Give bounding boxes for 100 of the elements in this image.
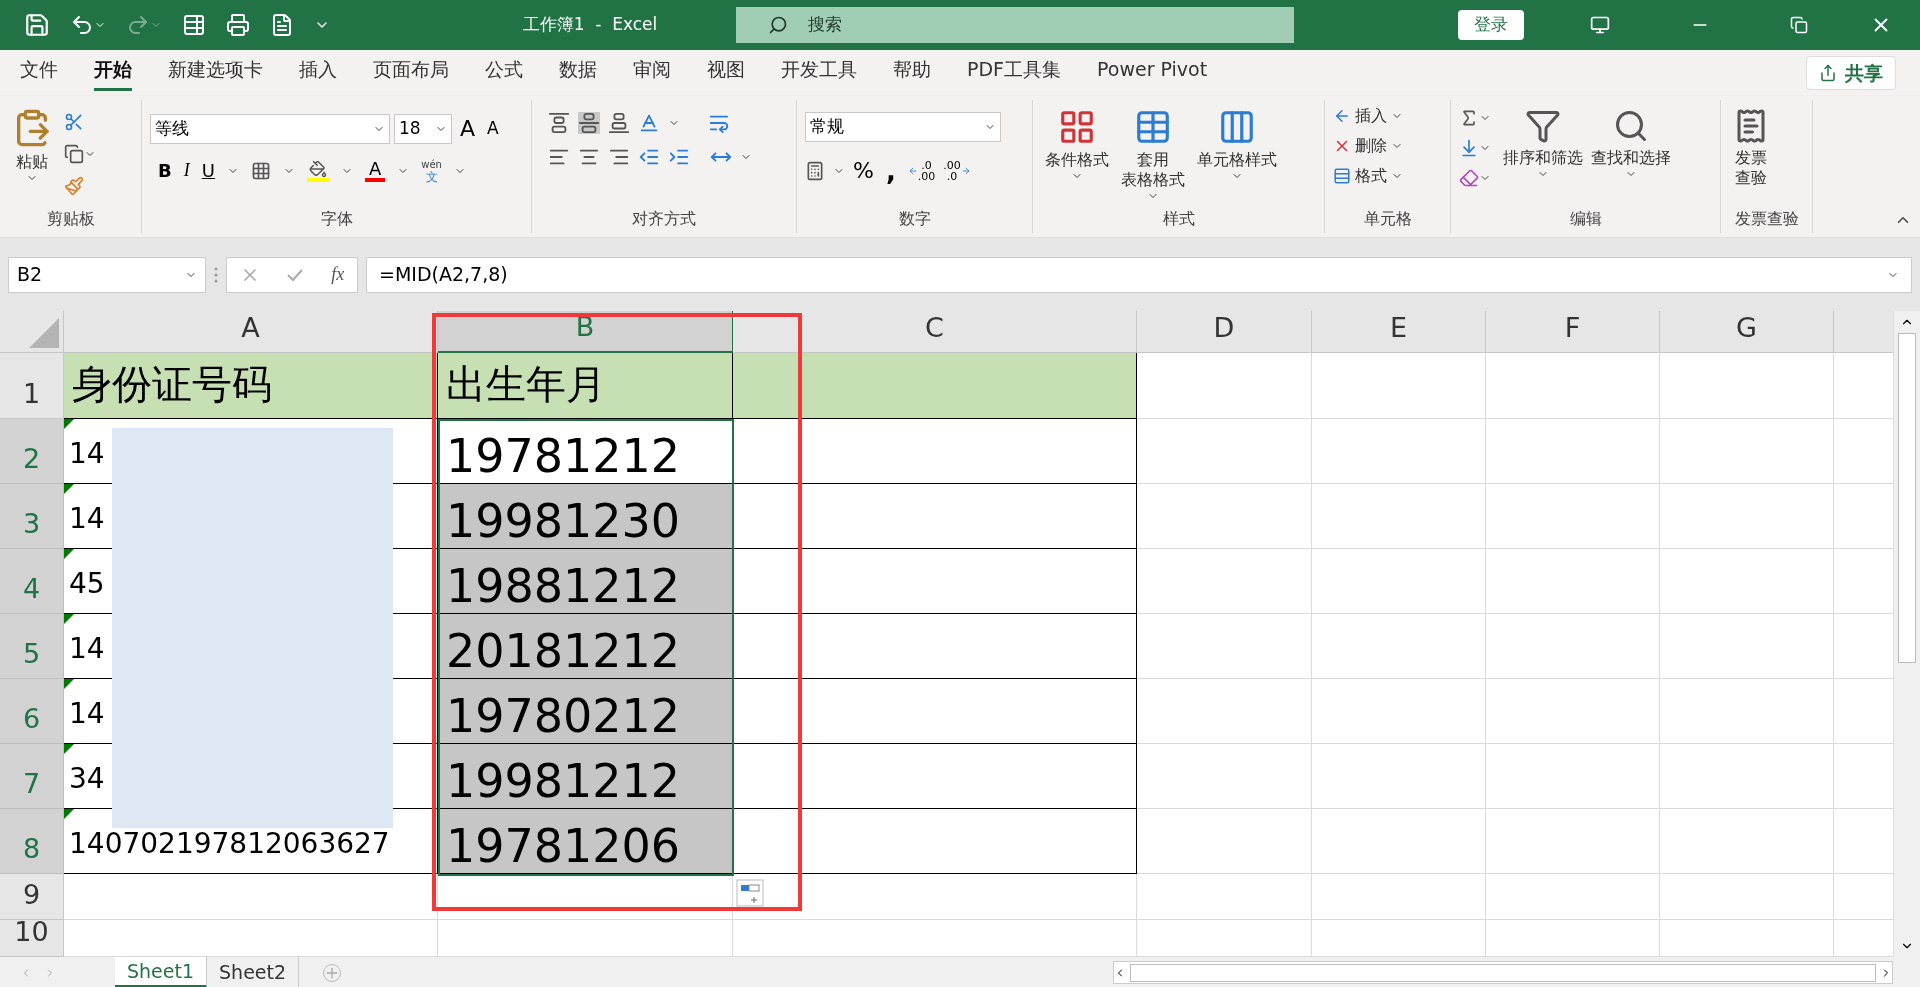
phonetic-button[interactable]: wén 文	[421, 158, 442, 183]
restore-icon[interactable]	[1790, 16, 1808, 34]
ribbon-tab[interactable]: 公式	[485, 55, 523, 91]
ribbon-button[interactable]: 查找和选择	[1587, 100, 1675, 205]
cells-menu-button[interactable]: 删除	[1333, 134, 1403, 158]
grow-font-button[interactable]: A	[456, 112, 480, 145]
name-box[interactable]: B2	[8, 256, 206, 293]
row-header[interactable]: 5	[0, 614, 64, 679]
table-cell[interactable]: 19981212	[438, 744, 733, 809]
copy-icon[interactable]	[64, 144, 84, 164]
table-cell: 身份证号码	[64, 353, 438, 419]
ribbon-tab[interactable]: 开始	[94, 55, 132, 91]
ribbon-tab[interactable]: 页面布局	[373, 55, 449, 91]
undo-icon[interactable]	[70, 13, 94, 37]
cut-icon[interactable]	[64, 112, 84, 132]
ribbon-tab[interactable]: 视图	[707, 55, 745, 91]
bold-button[interactable]: B	[158, 157, 172, 184]
table-cell[interactable]: 19981230	[438, 484, 733, 549]
percent-button[interactable]: %	[853, 154, 874, 187]
sort-filter-icon	[1525, 108, 1561, 144]
ribbon-tab[interactable]: 数据	[559, 55, 597, 91]
table-cell[interactable]: 20181212	[438, 614, 733, 679]
ribbon-tab[interactable]: 帮助	[893, 55, 931, 91]
column-header[interactable]: D	[1137, 311, 1312, 353]
bottom-align-icon[interactable]	[608, 112, 630, 134]
save-icon[interactable]	[24, 12, 50, 38]
group-label: 发票查验	[1734, 208, 1799, 230]
group-label: 数字	[898, 208, 931, 230]
group-label: 样式	[1162, 208, 1195, 230]
column-header[interactable]: F	[1486, 311, 1660, 353]
underline-button[interactable]: U	[201, 157, 215, 184]
shrink-font-button[interactable]: A	[483, 115, 503, 142]
top-align-icon[interactable]	[548, 112, 570, 134]
border-icon[interactable]	[250, 160, 271, 181]
format-painter-icon[interactable]	[64, 176, 84, 196]
ribbon-tab[interactable]: 开发工具	[781, 55, 857, 91]
ribbon-tab[interactable]: PDF工具集	[967, 55, 1062, 91]
italic-button[interactable]: I	[183, 157, 190, 184]
login-button[interactable]: 登录	[1458, 10, 1524, 40]
row-header[interactable]: 6	[0, 679, 64, 744]
row-header[interactable]: 3	[0, 484, 64, 549]
group-label: 剪贴板	[46, 208, 95, 230]
form-icon[interactable]	[182, 13, 206, 37]
search-icon	[768, 15, 788, 35]
sheet-tab[interactable]: Sheet2	[207, 957, 300, 987]
ribbon-tab[interactable]: 文件	[20, 55, 58, 91]
table-cell: 出生年月	[438, 353, 733, 419]
table-cell[interactable]: 19781206	[438, 809, 733, 874]
comma-button[interactable]: ,	[881, 155, 900, 186]
formula-field[interactable]: =MID(A2,7,8)	[366, 256, 1912, 293]
redo-icon[interactable]	[126, 13, 150, 37]
middle-align-icon[interactable]	[578, 112, 600, 134]
row-header[interactable]: 7	[0, 744, 64, 809]
ribbon-button[interactable]: 发票 查验	[1729, 100, 1773, 205]
arrow-left-icon	[907, 165, 918, 176]
increase-decimal-button[interactable]: .0 .00	[907, 159, 936, 182]
document-icon[interactable]	[270, 13, 294, 37]
ribbon-tab[interactable]: Power Pivot	[1097, 55, 1208, 91]
row-header[interactable]: 1	[0, 353, 64, 419]
font-name-field[interactable]: 等线	[150, 113, 390, 144]
row-header[interactable]: 9	[0, 874, 64, 920]
ribbon-tab[interactable]: 新建选项卡	[168, 55, 263, 91]
ribbon-button[interactable]: 排序和筛选	[1499, 100, 1587, 205]
row-header[interactable]: 10	[0, 920, 64, 957]
row-header[interactable]: 8	[0, 809, 64, 874]
group-label: 对齐方式	[632, 208, 696, 230]
share-icon	[1819, 64, 1837, 82]
fill-icon[interactable]	[1459, 138, 1479, 158]
sheet-tab[interactable]: Sheet1	[115, 957, 208, 987]
ribbon-button[interactable]: 条件格式	[1041, 100, 1113, 205]
quick-analysis-icon[interactable]	[736, 879, 764, 907]
window-title: 工作簿1 - Excel	[522, 13, 658, 37]
horizontal-scrollbar[interactable]	[1113, 961, 1893, 984]
decrease-decimal-button[interactable]: .00 .0	[943, 159, 971, 182]
share-button[interactable]: 共享	[1806, 56, 1896, 90]
row-header[interactable]: 4	[0, 549, 64, 614]
cells-menu-button[interactable]: 格式	[1333, 164, 1403, 188]
ribbon-button[interactable]: 粘贴	[8, 100, 56, 205]
fill-color-icon[interactable]	[308, 159, 327, 178]
printer-icon[interactable]	[226, 13, 250, 37]
eraser-icon[interactable]	[1459, 168, 1479, 188]
grid-icon	[1058, 108, 1096, 146]
column-header[interactable]: G	[1660, 311, 1834, 353]
ribbon-tab[interactable]: 审阅	[633, 55, 671, 91]
ribbon-tab[interactable]: 插入	[299, 55, 337, 91]
font-color-button[interactable]: A	[364, 159, 386, 182]
table-icon	[1134, 108, 1172, 146]
ribbon-button[interactable]: 套用 表格格式	[1117, 100, 1189, 205]
ribbon-display-icon[interactable]	[1590, 15, 1610, 35]
table-cell[interactable]: 19881212	[438, 549, 733, 614]
search-field[interactable]: 搜索	[736, 7, 1294, 43]
table-cell[interactable]: 19780212	[438, 679, 733, 744]
cells-menu-button[interactable]: 插入	[1333, 104, 1403, 128]
ribbon-button[interactable]: 单元格样式	[1193, 100, 1281, 205]
insert-function-button[interactable]: fx	[331, 261, 345, 288]
column-header[interactable]: E	[1312, 311, 1486, 353]
row-header[interactable]: 2	[0, 419, 64, 484]
number-format-field[interactable]: 常规	[805, 112, 1001, 142]
font-size-field[interactable]: 18	[394, 113, 452, 144]
vertical-scrollbar[interactable]	[1893, 311, 1920, 957]
